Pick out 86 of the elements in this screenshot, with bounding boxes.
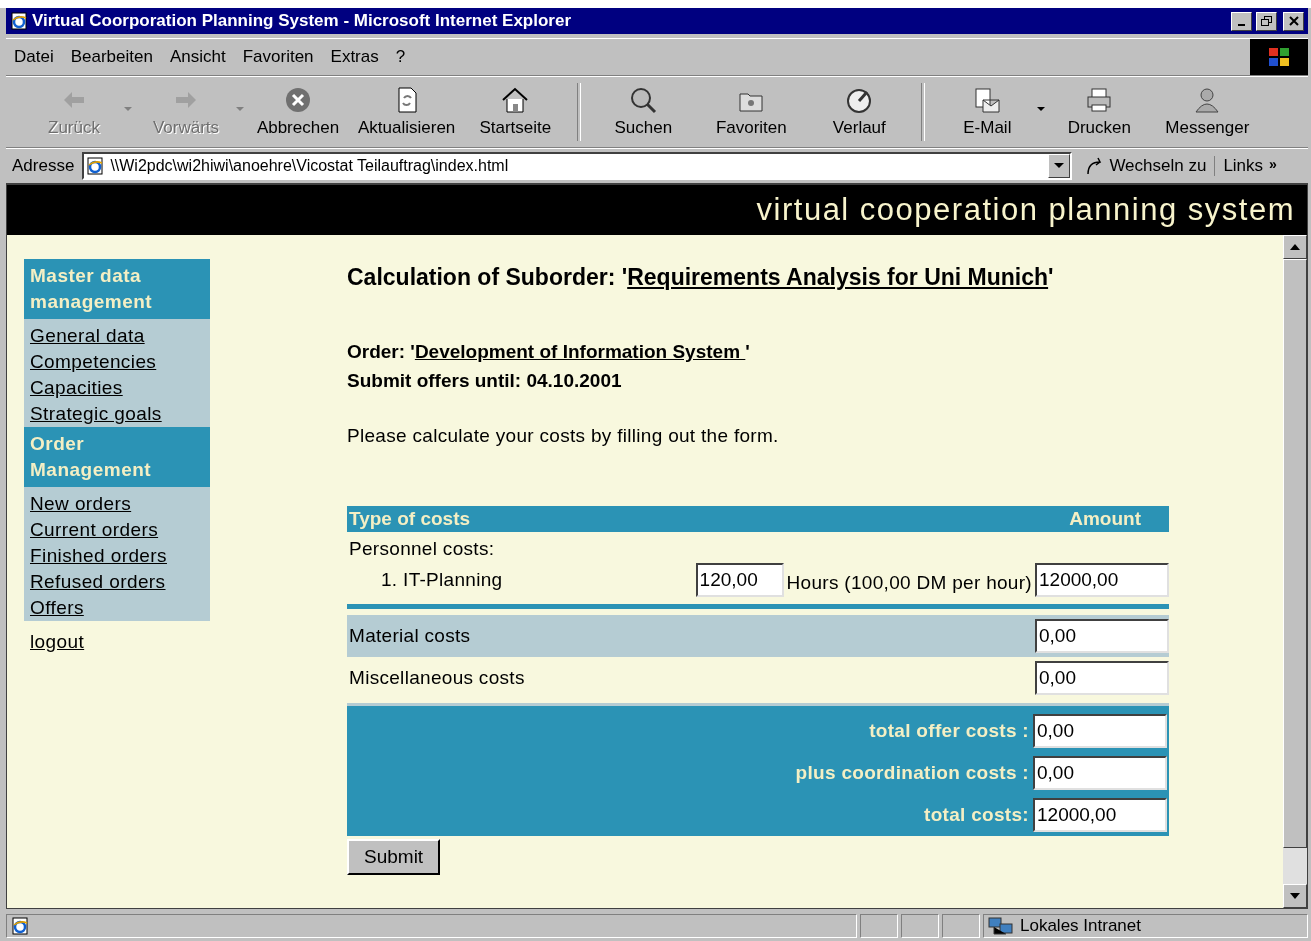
clock-icon — [845, 86, 874, 114]
toolbar-button[interactable]: Abbrechen — [244, 77, 352, 147]
menu-item[interactable]: Favoriten — [234, 47, 322, 67]
toolbar-button[interactable]: Messenger — [1153, 77, 1262, 147]
toolbar-button[interactable]: E-Mail — [933, 77, 1042, 147]
banner-title: virtual cooperation planning system — [756, 192, 1295, 228]
restore-button[interactable] — [1256, 11, 1277, 31]
close-icon — [1288, 16, 1299, 26]
toolbar-button[interactable]: Drucken — [1045, 77, 1154, 147]
toolbar-button[interactable]: Startseite — [461, 77, 570, 147]
restore-icon — [1260, 15, 1273, 27]
caret-icon[interactable] — [1037, 107, 1046, 112]
minimize-icon — [1238, 24, 1245, 26]
total-label: total costs: — [924, 804, 1029, 826]
cost-label: Miscellaneous costs — [349, 667, 525, 689]
go-button[interactable]: Wechseln zu — [1076, 156, 1216, 176]
caret-icon — [1054, 163, 1065, 169]
menu-item[interactable]: Bearbeiten — [62, 47, 161, 67]
toolbar-button[interactable]: Aktualisieren — [352, 77, 462, 147]
windows-logo — [1250, 39, 1308, 75]
instruction-text: Please calculate your costs by filling out the form. — [347, 425, 780, 447]
rate-text: Hours (100,00 DM per hour) — [786, 572, 1032, 594]
scroll-up-button[interactable] — [1283, 235, 1307, 259]
sidebar-link[interactable]: Current orders — [30, 517, 159, 543]
total-field[interactable]: 12000,00 — [1033, 798, 1167, 832]
dropdown-button[interactable] — [1048, 154, 1071, 178]
menu-item[interactable]: Extras — [322, 47, 387, 67]
up-arrow-icon — [1290, 244, 1300, 250]
close-button[interactable] — [1283, 11, 1304, 31]
section-label: Personnel costs: — [348, 537, 496, 560]
order-link[interactable]: Development of Information System — [414, 341, 746, 362]
browser-page-icon — [11, 917, 29, 935]
sidebar-link[interactable]: Offers — [30, 595, 84, 621]
person-icon — [1193, 86, 1222, 114]
page-heading: Calculation of Suborder: 'Requirements Analysis for Uni Munich' — [347, 264, 1055, 291]
search-icon — [629, 86, 658, 114]
status-pane — [901, 914, 939, 938]
down-arrow-icon — [1290, 893, 1300, 899]
zone-text: Lokales Intranet — [1020, 916, 1141, 936]
menu-item[interactable]: ? — [387, 47, 414, 67]
item-label: 1. IT-Planning — [381, 569, 504, 591]
scroll-down-button[interactable] — [1283, 884, 1307, 908]
menu-item[interactable]: Datei — [6, 47, 62, 67]
total-field[interactable]: 0,00 — [1033, 756, 1167, 790]
amount-field[interactable]: 12000,00 — [1035, 563, 1169, 597]
amount-field[interactable]: 0,00 — [1035, 619, 1169, 653]
sidebar-link[interactable]: Finished orders — [30, 543, 167, 569]
total-label: total offer costs : — [869, 720, 1029, 742]
amount-field[interactable]: 0,00 — [1035, 661, 1169, 695]
minimize-button[interactable] — [1231, 11, 1252, 31]
links-button[interactable]: Links » — [1219, 156, 1281, 176]
deadline-text: Submit offers until: 04.10.2001 — [347, 369, 623, 393]
toolbar-button[interactable]: Suchen — [589, 77, 698, 147]
menu-item[interactable]: Ansicht — [161, 47, 234, 67]
status-pane — [860, 914, 898, 938]
sidebar-link[interactable]: Refused orders — [30, 569, 166, 595]
stop-icon — [284, 86, 312, 114]
total-field[interactable]: 0,00 — [1033, 714, 1167, 748]
cost-label: Material costs — [349, 625, 471, 647]
sidebar-link[interactable]: Competencies — [30, 349, 157, 375]
sidebar-link[interactable]: General data — [30, 323, 145, 349]
toolbar-button[interactable]: Verlauf — [805, 77, 914, 147]
status-pane — [942, 914, 980, 938]
sidebar-link[interactable]: Capacities — [30, 375, 123, 401]
network-icon — [988, 916, 1014, 936]
sidebar-heading: Master data management — [24, 259, 210, 319]
address-label: Adresse — [11, 156, 76, 176]
suborder-link[interactable]: Requirements Analysis for Uni Munich — [627, 264, 1049, 290]
submit-button[interactable]: Submit — [347, 839, 441, 875]
hours-field[interactable]: 120,00 — [695, 563, 784, 597]
browser-page-icon — [10, 12, 28, 30]
order-line: Order: 'Development of Information System ' — [347, 340, 751, 364]
column-header: Type of costs — [349, 508, 471, 530]
toolbar-button[interactable]: Favoriten — [697, 77, 806, 147]
window-title: Virtual Coorporation Planning System - Microsoft Internet Explorer — [32, 11, 573, 31]
logout-link[interactable]: logout — [30, 629, 85, 655]
printer-icon — [1085, 86, 1114, 114]
sidebar-link[interactable]: New orders — [30, 491, 132, 517]
sidebar-link[interactable]: Strategic goals — [30, 401, 162, 427]
mail-icon — [973, 86, 1002, 114]
sidebar-heading: Order Management — [24, 427, 210, 487]
column-header: Amount — [1069, 508, 1141, 530]
address-field[interactable]: \\Wi2pdc\wi2hiwi\anoehre\Vicostat Teilauftrag\index.html — [82, 152, 1073, 180]
home-icon — [501, 86, 530, 114]
total-label: plus coordination costs : — [795, 762, 1029, 784]
browser-page-icon — [86, 157, 105, 175]
